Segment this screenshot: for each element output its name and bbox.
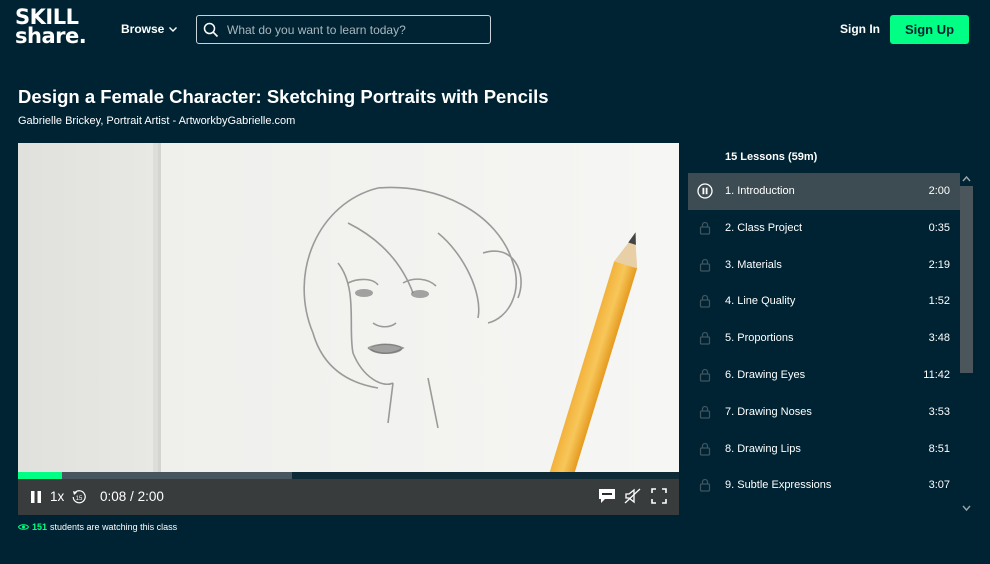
- lock-icon: [699, 368, 711, 382]
- playback-speed-button[interactable]: 1x: [50, 489, 64, 504]
- lesson-duration: 3:53: [928, 405, 950, 418]
- students-watching: 151 students are watching this class: [18, 522, 177, 532]
- rewind-seconds-label: 15: [76, 496, 83, 502]
- lessons-count-header: 15 Lessons (59m): [725, 151, 818, 163]
- transcript-button[interactable]: [598, 488, 616, 504]
- lesson-duration: 8:51: [928, 442, 950, 455]
- watching-text: students are watching this class: [50, 522, 178, 532]
- lesson-duration: 11:42: [923, 368, 950, 381]
- browse-menu[interactable]: Browse: [121, 22, 178, 36]
- lock-icon: [699, 442, 711, 456]
- lesson-title: 9. Subtle Expressions: [725, 479, 832, 492]
- scroll-down-arrow-icon[interactable]: [962, 504, 971, 512]
- teacher-name[interactable]: Gabrielle Brickey, Portrait Artist - Art…: [18, 115, 295, 127]
- lesson-item[interactable]: 3. Materials 2:19: [688, 247, 960, 284]
- logo-line-2: share.: [15, 24, 87, 48]
- pause-icon: [31, 491, 41, 503]
- video-player[interactable]: 1x 15 0:08 / 2:00: [18, 143, 679, 515]
- lesson-duration: 0:35: [928, 221, 950, 234]
- lock-icon: [699, 479, 711, 492]
- pause-button[interactable]: [30, 490, 42, 504]
- skillshare-logo[interactable]: SKILL share.: [15, 7, 87, 48]
- watching-count: 151: [32, 522, 48, 532]
- eye-icon: [18, 524, 29, 530]
- site-header: SKILL share. Browse Sign In Sign Up: [0, 0, 990, 60]
- volume-muted-icon: [624, 488, 641, 504]
- scroll-up-arrow-icon[interactable]: [962, 175, 971, 183]
- time-display: 0:08 / 2:00: [100, 489, 164, 504]
- lesson-list-scrollbar[interactable]: [960, 173, 973, 515]
- lock-icon: [699, 258, 711, 272]
- pause-circle-icon: [697, 183, 713, 199]
- lock-icon: [699, 332, 711, 345]
- lesson-item[interactable]: 8. Drawing Lips 8:51: [688, 431, 960, 468]
- browse-label: Browse: [121, 22, 165, 36]
- lesson-title: 7. Drawing Noses: [725, 405, 812, 418]
- lesson-duration: 2:00: [928, 185, 950, 197]
- rewind-15-icon: 15: [72, 490, 86, 504]
- time-separator: /: [130, 489, 134, 504]
- lesson-title: 6. Drawing Eyes: [725, 368, 806, 381]
- scrollbar-thumb[interactable]: [960, 186, 973, 373]
- lesson-duration: 3:07: [928, 479, 950, 492]
- lesson-list: 1. Introduction 2:00 2. Class Project 0:35 3…: [688, 173, 960, 515]
- lesson-title: 8. Drawing Lips: [725, 442, 801, 455]
- mute-button[interactable]: [624, 488, 642, 504]
- rewind-button[interactable]: 15: [71, 489, 87, 505]
- lesson-duration: 1:52: [928, 295, 950, 308]
- sign-in-link[interactable]: Sign In: [840, 22, 880, 36]
- player-controls: 1x 15 0:08 / 2:00: [18, 479, 679, 515]
- lesson-item[interactable]: 4. Line Quality 1:52: [688, 283, 960, 320]
- lesson-item[interactable]: 2. Class Project 0:35: [688, 210, 960, 247]
- lock-icon: [699, 295, 711, 308]
- video-frame[interactable]: [18, 143, 679, 473]
- lesson-title: 4. Line Quality: [725, 295, 796, 308]
- search-box[interactable]: [196, 15, 491, 44]
- search-icon: [203, 22, 219, 37]
- lesson-item[interactable]: 7. Drawing Noses 3:53: [688, 394, 960, 431]
- lesson-title: 5. Proportions: [725, 332, 794, 345]
- fullscreen-button[interactable]: [651, 488, 667, 504]
- course-title: Design a Female Character: Sketching Por…: [18, 86, 549, 107]
- lesson-title: 2. Class Project: [725, 221, 803, 234]
- lesson-item[interactable]: 6. Drawing Eyes 11:42: [688, 357, 960, 394]
- total-time: 2:00: [137, 489, 164, 504]
- lesson-duration: 2:19: [928, 258, 950, 271]
- video-progress-bar[interactable]: [18, 472, 679, 479]
- lock-icon: [699, 405, 711, 419]
- transcript-icon: [599, 489, 615, 503]
- lesson-title: 3. Materials: [725, 258, 782, 271]
- fullscreen-icon: [651, 488, 667, 504]
- progress-played: [18, 472, 63, 479]
- lesson-item[interactable]: 9. Subtle Expressions 3:07: [688, 467, 960, 504]
- lesson-title: 1. Introduction: [725, 185, 795, 197]
- lock-icon: [699, 221, 711, 235]
- current-time: 0:08: [100, 489, 127, 504]
- chevron-down-icon: [169, 27, 178, 32]
- search-input[interactable]: [227, 22, 477, 37]
- lesson-duration: 3:48: [928, 332, 950, 345]
- sign-up-button[interactable]: Sign Up: [890, 15, 969, 44]
- lesson-item[interactable]: 5. Proportions 3:48: [688, 320, 960, 357]
- lesson-item[interactable]: 1. Introduction 2:00: [688, 173, 960, 210]
